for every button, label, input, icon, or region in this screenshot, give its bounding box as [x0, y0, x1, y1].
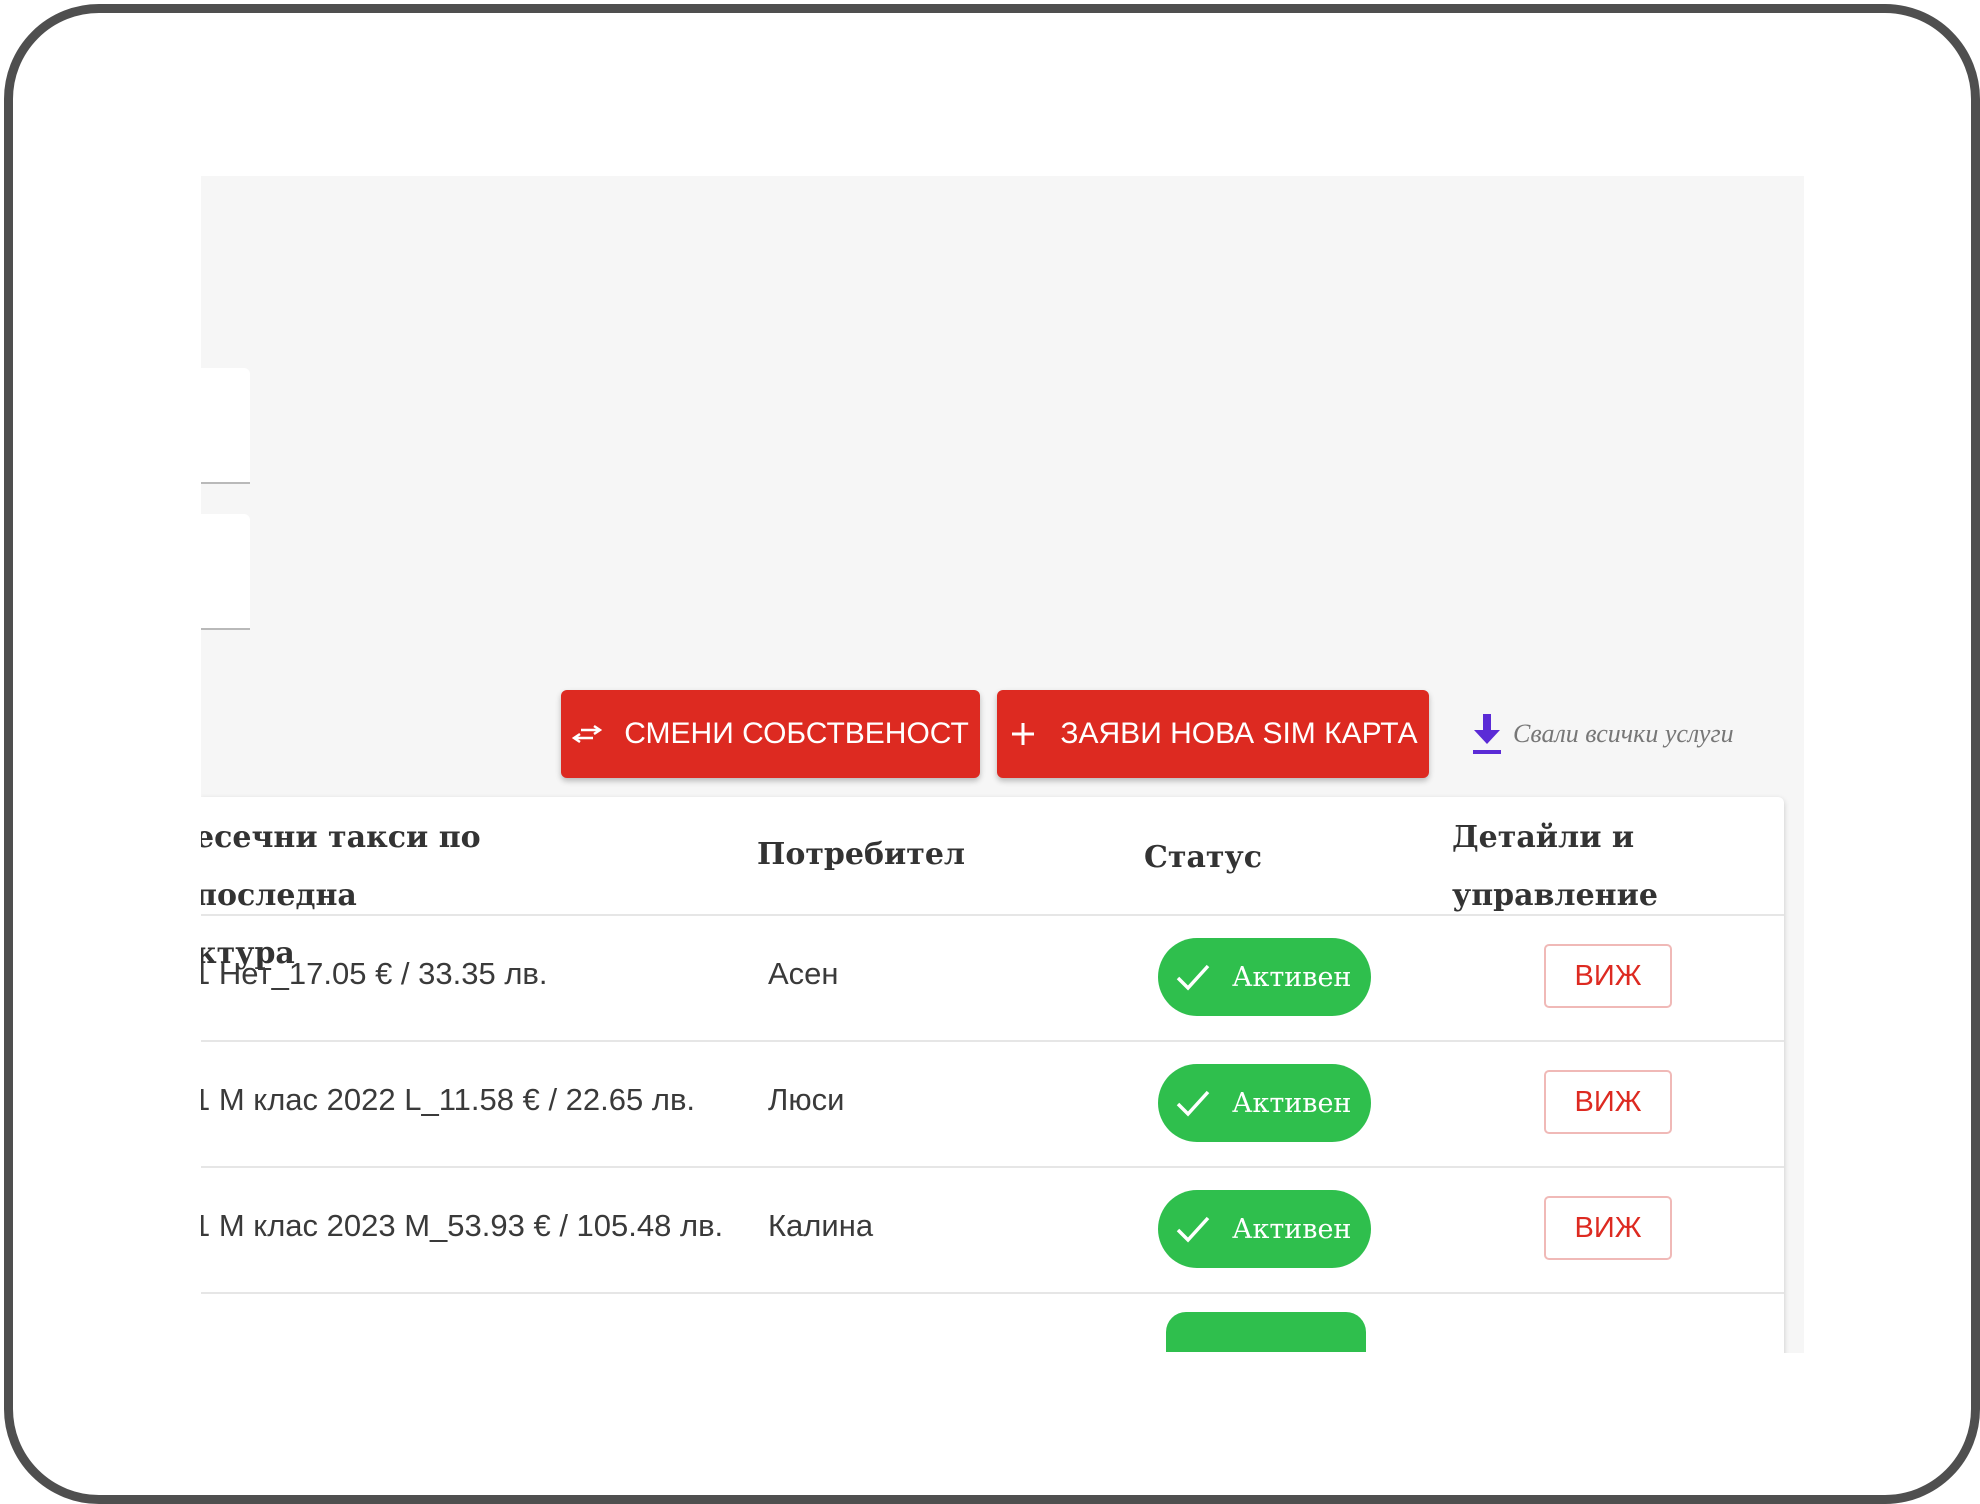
- status-badge: Активен: [1158, 1064, 1371, 1142]
- table-row: 1 Нет_17.05 € / 33.35 лв. Асен Активен В…: [201, 916, 1784, 1042]
- table-header: есечни такси по последна ктура Потребите…: [201, 797, 1784, 971]
- header-status: Статус: [1144, 840, 1262, 875]
- header-monthly-fees-line1: есечни такси по последна: [201, 820, 481, 913]
- check-icon: [1174, 958, 1212, 996]
- row-user: Калина: [768, 1208, 874, 1243]
- status-badge: Активен: [1158, 1190, 1371, 1268]
- swap-arrows-icon: [572, 719, 603, 749]
- services-table: есечни такси по последна ктура Потребите…: [201, 797, 1784, 1353]
- device-frame: СМЕНИ СОБСТВЕНОСТ ЗАЯВИ НОВА SIM КАРТА С…: [4, 4, 1980, 1504]
- table-row: [201, 1294, 1784, 1353]
- plus-icon: [1008, 719, 1038, 749]
- status-label: Активен: [1232, 1213, 1352, 1245]
- side-input-2[interactable]: [201, 514, 250, 630]
- header-details-line1: Детайли и: [1452, 820, 1635, 855]
- table-row: 1 М клас 2022 L_11.58 € / 22.65 лв. Люси…: [201, 1042, 1784, 1168]
- header-details: Детайли и управление: [1452, 809, 1712, 925]
- table-row: 1 М клас 2023 М_53.93 € / 105.48 лв. Кал…: [201, 1168, 1784, 1294]
- status-label: Активен: [1232, 1087, 1352, 1119]
- side-input-1[interactable]: [201, 368, 250, 484]
- app-viewport: СМЕНИ СОБСТВЕНОСТ ЗАЯВИ НОВА SIM КАРТА С…: [201, 176, 1804, 1353]
- download-icon: [1471, 712, 1503, 756]
- change-ownership-label: СМЕНИ СОБСТВЕНОСТ: [624, 717, 969, 750]
- request-new-sim-label: ЗАЯВИ НОВА SIM КАРТА: [1060, 717, 1418, 750]
- status-badge: Активен: [1158, 938, 1371, 1016]
- check-icon: [1174, 1210, 1212, 1248]
- row-fee: 1 М клас 2022 L_11.58 € / 22.65 лв.: [201, 1082, 696, 1117]
- view-button[interactable]: ВИЖ: [1544, 944, 1672, 1008]
- row-fee: 1 М клас 2023 М_53.93 € / 105.48 лв.: [201, 1208, 724, 1243]
- row-user: Люси: [768, 1082, 845, 1117]
- change-ownership-button[interactable]: СМЕНИ СОБСТВЕНОСТ: [561, 690, 980, 778]
- status-label: Активен: [1232, 961, 1352, 993]
- header-user: Потребител: [757, 837, 966, 872]
- status-badge: [1166, 1312, 1366, 1352]
- view-button[interactable]: ВИЖ: [1544, 1070, 1672, 1134]
- check-icon: [1174, 1084, 1212, 1122]
- download-all-services-link[interactable]: Свали всички услуги: [1471, 704, 1734, 764]
- download-all-services-label: Свали всички услуги: [1513, 719, 1734, 748]
- request-new-sim-button[interactable]: ЗАЯВИ НОВА SIM КАРТА: [997, 690, 1429, 778]
- view-button[interactable]: ВИЖ: [1544, 1196, 1672, 1260]
- row-user: Асен: [768, 956, 839, 991]
- row-fee: 1 Нет_17.05 € / 33.35 лв.: [201, 956, 548, 991]
